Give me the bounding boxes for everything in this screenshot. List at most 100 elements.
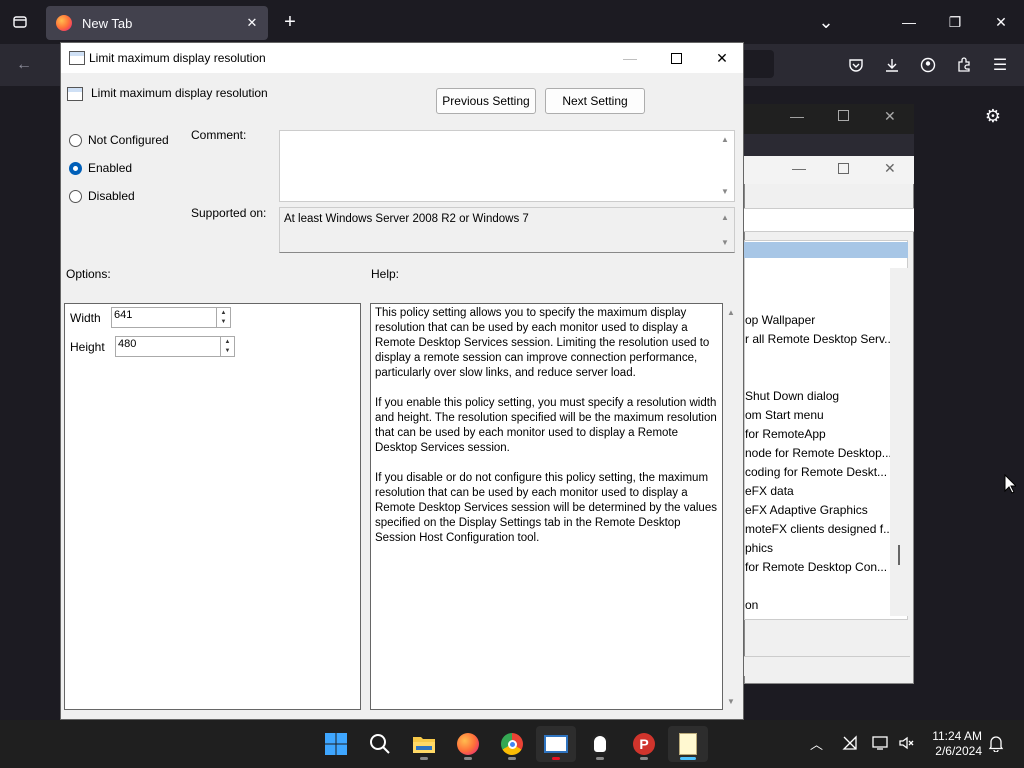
search-button[interactable] — [360, 726, 400, 762]
taskbar: P ︿ 11:24 AM 2/6/2024 — [0, 720, 1024, 768]
settings-gear-icon[interactable]: ⚙ — [979, 102, 1007, 130]
browser-tab[interactable]: New Tab — [46, 6, 268, 40]
supported-scroll-down-icon[interactable]: ▼ — [721, 238, 729, 247]
remote-desktop-taskbar-button[interactable] — [536, 726, 576, 762]
height-up-icon[interactable]: ▲ — [221, 337, 234, 347]
previous-setting-button[interactable]: Previous Setting — [436, 88, 536, 114]
comment-scroll-down-icon[interactable]: ▼ — [721, 187, 729, 196]
menu-icon[interactable]: ☰ — [986, 51, 1014, 79]
width-input[interactable]: 641 — [112, 308, 216, 327]
help-paragraph: This policy setting allows you to specif… — [375, 307, 710, 379]
radio-disabled[interactable]: Disabled — [69, 189, 135, 203]
list-item[interactable]: coding for Remote Deskt... — [745, 465, 887, 479]
dialog-title: Limit maximum display resolution — [89, 51, 266, 65]
radio-enabled-label: Enabled — [88, 161, 133, 175]
supported-scroll-up-icon[interactable]: ▲ — [721, 213, 729, 222]
radio-not-configured[interactable]: Not Configured — [69, 133, 169, 147]
list-item[interactable]: r all Remote Desktop Serv... — [745, 332, 894, 346]
firefox-logo-icon — [56, 15, 72, 31]
start-button[interactable] — [316, 726, 356, 762]
width-down-icon[interactable]: ▼ — [217, 318, 230, 328]
tab-close-icon[interactable]: ✕ — [242, 13, 262, 33]
width-up-icon[interactable]: ▲ — [217, 308, 230, 318]
help-scroll-up-icon[interactable]: ▲ — [727, 308, 735, 317]
bg-close-icon[interactable]: ✕ — [884, 108, 896, 125]
help-paragraph: If you enable this policy setting, you m… — [375, 397, 717, 454]
display-icon[interactable] — [872, 735, 890, 754]
bg2-maximize-icon[interactable] — [838, 163, 849, 174]
policy-editor-taskbar-button[interactable] — [668, 726, 708, 762]
network-icon[interactable] — [842, 735, 858, 754]
list-item[interactable]: node for Remote Desktop... — [745, 446, 892, 460]
list-item[interactable]: on — [745, 598, 758, 612]
back-icon[interactable]: ← — [10, 51, 38, 79]
bg-scrollbar-thumb[interactable] — [898, 545, 900, 565]
list-item[interactable]: Shut Down dialog — [745, 389, 839, 403]
pocket-icon[interactable] — [842, 51, 870, 79]
list-item[interactable]: for RemoteApp — [745, 427, 826, 441]
dialog-maximize-button[interactable] — [653, 43, 699, 73]
active-indicator — [680, 757, 696, 760]
radio-not-configured-label: Not Configured — [88, 133, 169, 147]
browser-close-button[interactable]: ✕ — [978, 0, 1024, 44]
bg-toolbar — [744, 208, 914, 232]
notification-bell-icon[interactable] — [988, 735, 1004, 755]
running-indicator — [640, 757, 648, 760]
radio-not-configured-dot[interactable] — [69, 133, 82, 147]
comment-label: Comment: — [191, 128, 247, 142]
bg-maximize-icon[interactable] — [838, 110, 849, 121]
chrome-taskbar-button[interactable] — [492, 726, 532, 762]
running-indicator — [508, 757, 516, 760]
new-tab-button[interactable]: + — [276, 8, 304, 36]
notepad-icon — [679, 733, 697, 755]
firefox-icon — [457, 733, 479, 755]
width-spinbox[interactable]: 641 ▲ ▼ — [111, 307, 231, 328]
extensions-icon[interactable] — [950, 51, 978, 79]
account-icon[interactable] — [914, 51, 942, 79]
list-item[interactable]: eFX Adaptive Graphics — [745, 503, 868, 517]
comment-textbox[interactable] — [279, 130, 735, 202]
list-all-tabs-icon[interactable]: ⌄ — [812, 8, 840, 36]
folder-icon — [413, 737, 435, 753]
bg2-close-icon[interactable]: ✕ — [884, 160, 896, 177]
radio-enabled[interactable]: Enabled — [69, 161, 132, 175]
clock[interactable]: 11:24 AM 2/6/2024 — [926, 729, 982, 759]
setting-icon — [67, 87, 83, 101]
radio-enabled-dot[interactable] — [69, 161, 82, 175]
downloads-icon[interactable] — [878, 51, 906, 79]
dialog-minimize-button[interactable]: — — [607, 43, 653, 73]
bg2-minimize-icon[interactable]: — — [792, 160, 806, 176]
file-explorer-button[interactable] — [404, 726, 444, 762]
width-label: Width — [70, 311, 101, 325]
help-scroll-down-icon[interactable]: ▼ — [727, 697, 735, 706]
dialog-close-button[interactable]: ✕ — [699, 43, 745, 73]
firefox-view-icon[interactable] — [6, 8, 34, 36]
search-icon — [370, 734, 390, 754]
list-item[interactable]: for Remote Desktop Con... — [745, 560, 887, 574]
address-bar[interactable] — [744, 50, 774, 78]
comment-scroll-up-icon[interactable]: ▲ — [721, 135, 729, 144]
height-spinbox[interactable]: 480 ▲ ▼ — [115, 336, 235, 357]
show-hidden-icons-chevron-icon[interactable]: ︿ — [810, 734, 823, 753]
firefox-taskbar-button[interactable] — [448, 726, 488, 762]
p-app-taskbar-button[interactable]: P — [624, 726, 664, 762]
radio-disabled-dot[interactable] — [69, 189, 82, 203]
list-item[interactable]: phics — [745, 541, 773, 555]
browser-restore-button[interactable]: ❐ — [932, 0, 978, 44]
next-setting-button[interactable]: Next Setting — [545, 88, 645, 114]
penguin-app-taskbar-button[interactable] — [580, 726, 620, 762]
help-paragraph: If you disable or do not configure this … — [375, 472, 717, 544]
height-input[interactable]: 480 — [116, 337, 220, 356]
volume-muted-icon[interactable] — [898, 735, 914, 754]
list-item[interactable]: moteFX clients designed f... — [745, 522, 893, 536]
list-item[interactable]: op Wallpaper — [745, 313, 815, 327]
setting-title: Limit maximum display resolution — [91, 86, 268, 100]
bg-minimize-icon[interactable]: — — [790, 108, 804, 124]
running-indicator — [464, 757, 472, 760]
height-down-icon[interactable]: ▼ — [221, 347, 234, 357]
list-item[interactable]: om Start menu — [745, 408, 824, 422]
chrome-icon — [501, 733, 523, 755]
clock-date: 2/6/2024 — [935, 744, 982, 758]
list-item[interactable]: eFX data — [745, 484, 794, 498]
browser-minimize-button[interactable]: — — [886, 0, 932, 44]
